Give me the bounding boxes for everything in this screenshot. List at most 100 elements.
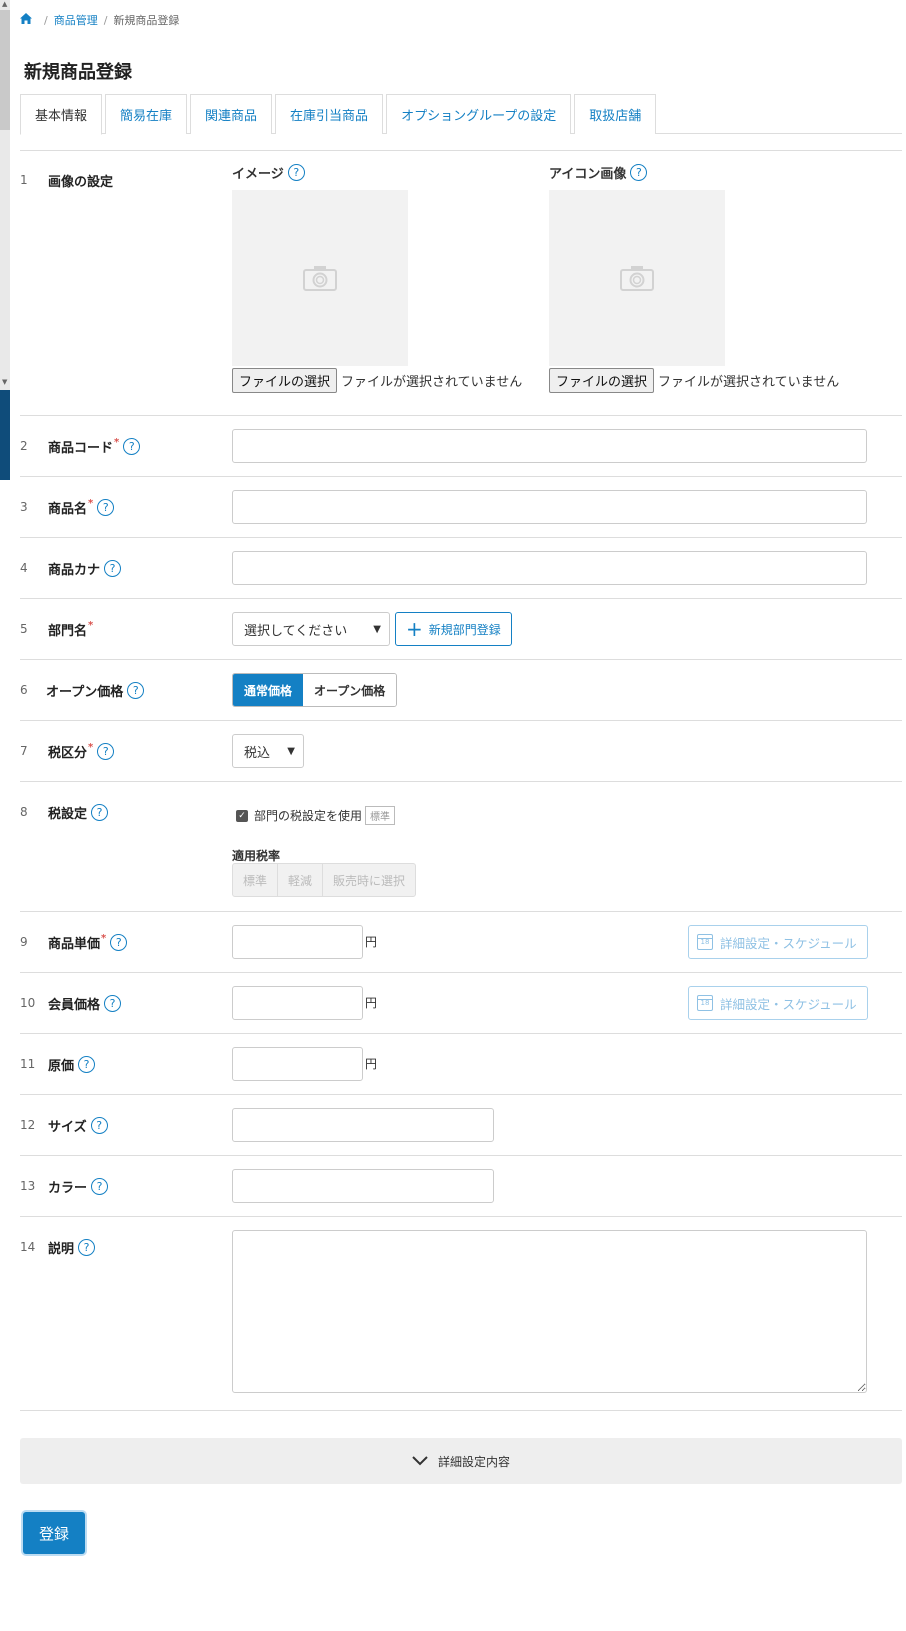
tab-simple-stock[interactable]: 簡易在庫 xyxy=(105,94,188,134)
detail-settings-label: 詳細設定内容 xyxy=(437,1454,510,1469)
unit-price-schedule-button[interactable]: 18 詳細設定・スケジュール xyxy=(688,925,868,959)
help-icon[interactable]: ? xyxy=(104,995,122,1012)
tax-rate-select-at-sale: 販売時に選択 xyxy=(333,873,406,888)
row-label: 画像の設定 xyxy=(48,175,114,190)
price-type-toggle: 通常価格 オープン価格 xyxy=(232,673,398,707)
cost-label: 原価 xyxy=(48,1059,75,1074)
product-code-input[interactable] xyxy=(232,429,867,463)
product-form: 1 画像の設定 イメージ ? ファイルの選択 ファイルが選択されていません アイ… xyxy=(20,150,902,1411)
help-icon[interactable]: ? xyxy=(97,743,115,760)
help-icon[interactable]: ? xyxy=(90,1117,108,1134)
row-number: 7 xyxy=(20,744,28,758)
color-input[interactable] xyxy=(232,1169,494,1203)
scroll-up-arrow-icon[interactable]: ▲ xyxy=(2,0,7,8)
checkbox-checked-icon[interactable]: ✓ xyxy=(236,809,248,822)
standard-badge: 標準 xyxy=(365,806,396,825)
row-size: 12 サイズ ? xyxy=(20,1095,902,1156)
department-select[interactable]: 選択してください ▼ xyxy=(232,612,390,646)
detail-settings-toggle[interactable]: 詳細設定内容 xyxy=(20,1438,902,1484)
choose-image-file-button[interactable]: ファイルの選択 xyxy=(232,368,338,393)
row-number: 13 xyxy=(20,1179,36,1193)
size-label: サイズ xyxy=(48,1120,87,1135)
help-icon[interactable]: ? xyxy=(104,560,122,577)
row-product-name: 3 商品名 * ? xyxy=(20,477,902,538)
breadcrumb: / 商品管理 / 新規商品登録 xyxy=(20,12,179,28)
unit-price-label: 商品単価 xyxy=(48,937,101,952)
tax-rate-standard: 標準 xyxy=(233,864,279,896)
tax-class-select[interactable]: 税込 ▼ xyxy=(232,734,304,768)
calendar-icon: 18 xyxy=(697,995,713,1011)
breadcrumb-product-management[interactable]: 商品管理 xyxy=(54,12,98,28)
row-label: 税区分 * ? xyxy=(48,742,115,761)
scrollbar-thumb[interactable] xyxy=(0,10,10,130)
tab-bar: 基本情報 簡易在庫 関連商品 在庫引当商品 オプショングループの設定 取扱店舗 xyxy=(20,94,902,135)
unit-price-input[interactable] xyxy=(232,925,363,959)
tax-class-selected: 税込 xyxy=(244,745,271,761)
tab-related-products[interactable]: 関連商品 xyxy=(190,94,273,134)
help-icon[interactable]: ? xyxy=(127,682,145,699)
row-tax-class: 7 税区分 * ? 税込 ▼ xyxy=(20,721,902,782)
row-number: 10 xyxy=(20,996,36,1010)
tab-basic-info[interactable]: 基本情報 xyxy=(20,94,103,135)
choose-icon-file-button[interactable]: ファイルの選択 xyxy=(549,368,655,393)
schedule-label: 詳細設定・スケジュール xyxy=(720,996,857,1012)
scroll-down-arrow-icon[interactable]: ▼ xyxy=(2,378,7,386)
help-icon[interactable]: ? xyxy=(91,804,109,821)
tax-rate-reduced: 軽減 xyxy=(278,864,324,896)
row-color: 13 カラー ? xyxy=(20,1156,902,1217)
department-label: 部門名 xyxy=(48,624,88,639)
product-code-label: 商品コード xyxy=(48,441,114,456)
image-file-status: ファイルが選択されていません xyxy=(341,375,523,390)
member-price-input[interactable] xyxy=(232,986,363,1020)
register-button[interactable]: 登録 xyxy=(23,1512,85,1554)
row-member-price: 10 会員価格 ? 円 18 詳細設定・スケジュール xyxy=(20,973,902,1034)
product-kana-input[interactable] xyxy=(232,551,867,585)
open-price-label: オープン価格 xyxy=(46,685,124,700)
help-icon[interactable]: ? xyxy=(78,1056,96,1073)
product-name-label: 商品名 xyxy=(48,502,88,517)
regular-price-option[interactable]: 通常価格 xyxy=(233,674,304,706)
open-price-option[interactable]: オープン価格 xyxy=(303,674,397,706)
help-icon[interactable]: ? xyxy=(123,438,141,455)
help-icon[interactable]: ? xyxy=(97,499,115,516)
camera-icon xyxy=(303,266,337,291)
help-icon[interactable]: ? xyxy=(78,1239,96,1256)
tab-stock-allocation[interactable]: 在庫引当商品 xyxy=(275,94,384,134)
color-label: カラー xyxy=(48,1181,88,1196)
help-icon[interactable]: ? xyxy=(110,934,128,951)
member-price-schedule-button[interactable]: 18 詳細設定・スケジュール xyxy=(688,986,868,1020)
icon-image-title: アイコン画像 xyxy=(549,167,627,182)
size-input[interactable] xyxy=(232,1108,494,1142)
row-label: 商品名 * ? xyxy=(48,498,115,517)
help-icon[interactable]: ? xyxy=(91,1178,109,1195)
row-label: 原価 ? xyxy=(48,1055,96,1074)
icon-file-status: ファイルが選択されていません xyxy=(658,375,840,390)
breadcrumb-current: 新規商品登録 xyxy=(113,14,180,27)
row-label: カラー ? xyxy=(48,1177,109,1196)
row-cost: 11 原価 ? 円 xyxy=(20,1034,902,1095)
row-number: 5 xyxy=(20,622,28,636)
member-price-label: 会員価格 xyxy=(48,998,101,1013)
required-mark: * xyxy=(88,620,94,631)
add-department-button[interactable]: + 新規部門登録 xyxy=(395,612,512,646)
cost-input[interactable] xyxy=(232,1047,363,1081)
image-upload: イメージ ? ファイルの選択 ファイルが選択されていません xyxy=(232,163,522,393)
required-mark: * xyxy=(114,437,120,448)
home-icon[interactable] xyxy=(20,13,32,27)
help-icon[interactable]: ? xyxy=(287,164,305,181)
row-product-code: 2 商品コード * ? xyxy=(20,416,902,477)
use-dept-tax-setting[interactable]: ✓ 部門の税設定を使用 標準 xyxy=(236,806,396,825)
tab-option-group-settings[interactable]: オプショングループの設定 xyxy=(386,94,572,134)
description-textarea[interactable] xyxy=(232,1230,867,1393)
product-kana-label: 商品カナ xyxy=(48,563,101,578)
help-icon[interactable]: ? xyxy=(630,164,648,181)
chevron-down-icon: ▼ xyxy=(287,745,295,757)
row-open-price: 6 オープン価格 ? 通常価格 オープン価格 xyxy=(20,660,902,721)
plus-icon: + xyxy=(406,617,423,641)
scrollbar[interactable]: ▲ ▼ xyxy=(0,0,10,480)
description-label: 説明 xyxy=(48,1242,75,1257)
row-label: 説明 ? xyxy=(48,1238,96,1257)
product-name-input[interactable] xyxy=(232,490,867,524)
icon-image-preview xyxy=(549,190,725,366)
tab-stores[interactable]: 取扱店舗 xyxy=(574,94,657,134)
